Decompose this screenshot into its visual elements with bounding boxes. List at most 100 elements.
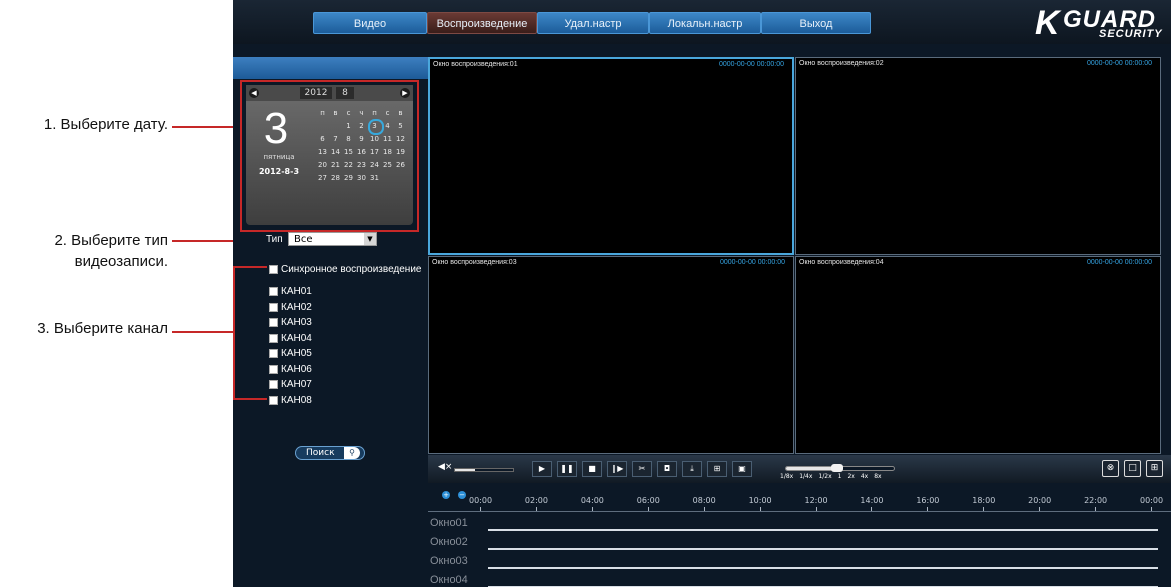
chevron-down-icon: ▼ [364,233,376,245]
search-icon: ⚲ [344,447,360,459]
timeline-axis [428,511,1171,512]
checkbox-box[interactable] [269,395,278,405]
timeline-tick [1151,507,1152,511]
timeline-hour-label: 10:00 [748,496,772,505]
panel-header-strip [233,57,428,79]
stop-button[interactable]: ■ [582,461,602,477]
channel-checkbox-7[interactable]: КАН07 [269,379,312,390]
timeline-hour-label: 00:00 [1140,496,1164,505]
speed-label: 8x [874,473,882,480]
timeline-tick [647,507,649,511]
checkbox-box[interactable] [269,265,278,274]
timeline-tick [927,507,929,511]
channel-label: КАН08 [281,394,312,406]
tab-playback[interactable]: Воспроизведение [427,12,537,34]
checkbox-box[interactable] [269,333,278,343]
timeline-tick [535,507,537,511]
screen: 1. Выберите дату. 2. Выберите тип видеоз… [0,0,1171,587]
timeline-tick [815,507,817,511]
checkbox-box[interactable] [269,318,278,327]
channel-checkbox-1[interactable]: КАН01 [269,286,312,297]
tab-exit[interactable]: Выход [761,12,871,34]
timeline-hour-label: 16:00 [916,496,940,505]
checkbox-box[interactable] [269,349,278,358]
timeline-tick [703,507,705,511]
channel-checkbox-5[interactable]: КАН05 [269,348,312,359]
timeline-tick [591,507,593,511]
timeline-row-label: Окно01 [430,517,468,529]
speed-label: 1 [837,473,842,480]
speed-labels: 1/8x 1/4x 1/2x 1 2x 4x 8x [780,473,888,480]
zoom-in-icon[interactable]: ⊞ [707,461,727,477]
download-icon[interactable]: ⤓ [682,461,702,477]
tab-video[interactable]: Видео [313,12,427,34]
channel-label: КАН04 [281,332,312,344]
zoom-in-timeline-icon[interactable]: + [442,491,450,499]
zoom-out-timeline-icon[interactable]: − [458,491,466,499]
timeline-hour-label: 12:00 [804,496,828,505]
playback-window-1[interactable]: Окно воспроизведения:01 0000-00-00 00:00… [428,57,794,255]
playback-window-4[interactable]: Окно воспроизведения:04 0000-00-00 00:00… [795,256,1161,454]
annotation-step1: 1. Выберите дату. [43,116,168,133]
channel-label: КАН02 [281,301,312,313]
playback-window-3[interactable]: Окно воспроизведения:03 0000-00-00 00:00… [428,256,794,454]
channel-label: КАН03 [281,317,312,328]
tab-remote-settings[interactable]: Удал.настр [537,12,649,34]
timeline-row-track[interactable] [488,567,1158,569]
search-button-label: Поиск [306,448,335,458]
channel-checkbox-8[interactable]: КАН08 [269,395,312,406]
search-button[interactable]: Поиск ⚲ [295,446,365,460]
kguard-logo: K GUARD SECURITY [1035,4,1163,42]
tab-local-settings[interactable]: Локальн.настр [649,12,761,34]
highlight-channel-bracket [233,266,235,400]
sync-playback-label: Синхронное воспроизведение [281,264,422,275]
timeline-row-track[interactable] [488,548,1158,550]
speed-label: 1/8x [780,473,794,480]
channel-checkbox-2[interactable]: КАН02 [269,302,312,313]
timeline-row-track[interactable] [488,529,1158,531]
timeline-tick [1095,507,1097,511]
no-video-icon[interactable]: ⊗ [1102,460,1119,477]
snapshot-camera-icon[interactable]: ◘ [657,461,677,477]
timeline-tick [983,507,985,511]
channel-label: КАН05 [281,348,312,359]
speed-label: 2x [847,473,855,480]
type-label: Тип [266,234,283,245]
volume-fill [455,469,476,471]
volume-slider[interactable] [454,468,514,472]
timeline-row-label: Окно03 [430,555,468,567]
clip-button[interactable]: ✂ [632,461,652,477]
sync-playback-checkbox[interactable]: Синхронное воспроизведение [269,264,421,275]
layout-single-icon[interactable]: □ [1124,460,1141,477]
timeline-tick [871,507,873,511]
channel-label: КАН07 [281,379,312,390]
timeline-row-label: Окно04 [430,574,468,586]
speed-slider-thumb[interactable] [831,464,843,472]
channel-label: КАН01 [281,286,312,297]
timeline-hour-label: 08:00 [692,496,716,505]
window-timestamp: 0000-00-00 00:00:00 [719,61,784,68]
annotation-step3: 3. Выберите канал [37,320,168,337]
play-button[interactable]: ▶ [532,461,552,477]
channel-checkbox-4[interactable]: КАН04 [269,333,312,344]
checkbox-box[interactable] [269,380,278,389]
channel-checkbox-3[interactable]: КАН03 [269,317,312,328]
pause-button[interactable]: ❚❚ [557,461,577,477]
channel-checkbox-6[interactable]: КАН06 [269,364,312,375]
fullscreen-icon[interactable]: ▣ [732,461,752,477]
checkbox-box[interactable] [269,302,278,312]
record-type-select[interactable]: Все ▼ [288,232,377,246]
timeline-row-label: Окно02 [430,536,468,548]
channel-label: КАН06 [281,363,312,375]
window-title: Окно воспроизведения:01 [433,61,518,68]
mute-icon[interactable]: ◀× [438,462,452,472]
layout-quad-icon[interactable]: ⊞ [1146,460,1163,477]
dvr-app: Видео Воспроизведение Удал.настр Локальн… [233,0,1171,587]
checkbox-box[interactable] [269,287,278,296]
timeline-hour-label: 20:00 [1028,496,1052,505]
step-frame-button[interactable]: ❙▶ [607,461,627,477]
playback-window-2[interactable]: Окно воспроизведения:02 0000-00-00 00:00… [795,57,1161,255]
window-top-spacer [428,44,1171,57]
checkbox-box[interactable] [269,364,278,374]
window-title: Окно воспроизведения:04 [799,259,884,266]
